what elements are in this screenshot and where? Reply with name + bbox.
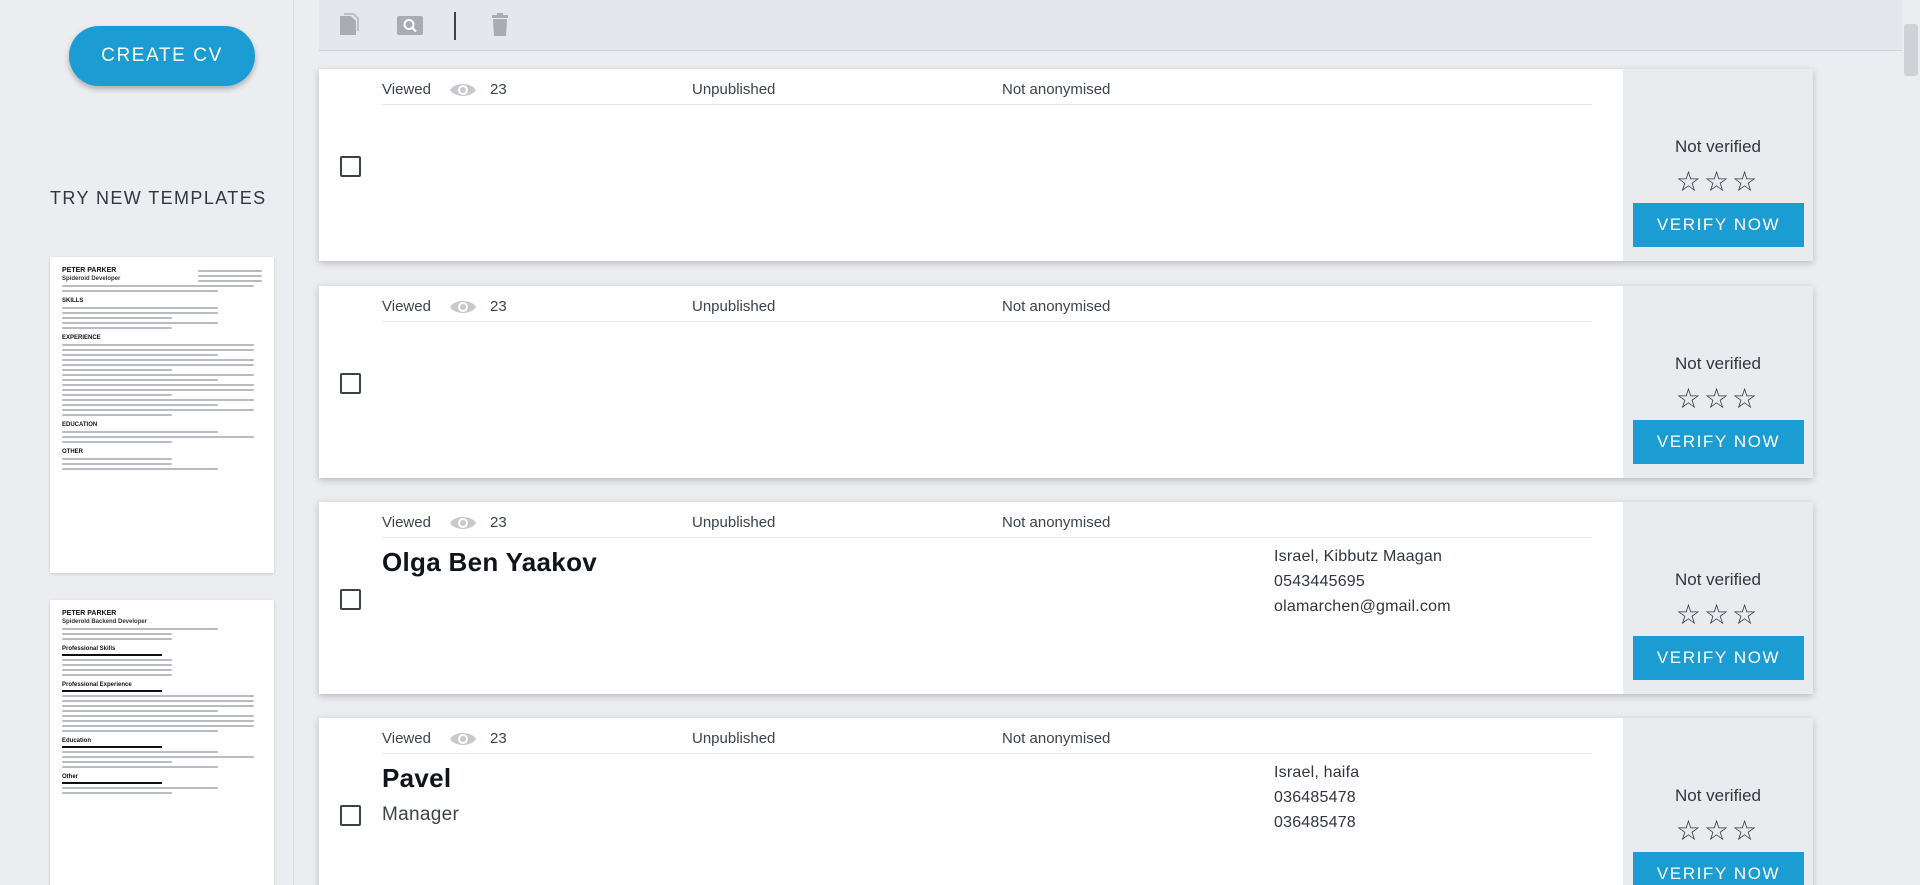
preview-icon[interactable] — [396, 12, 424, 38]
anonymise-status: Not anonymised — [1002, 81, 1111, 98]
verify-status: Not verified — [1675, 137, 1761, 156]
scrollbar-thumb[interactable] — [1904, 24, 1918, 76]
contact-block: Israel, haifa 036485478 036485478 — [1274, 760, 1359, 835]
verify-status: Not verified — [1675, 786, 1761, 805]
contact-phone: 036485478 — [1274, 789, 1356, 806]
view-count: 23 — [490, 298, 507, 315]
verify-now-button[interactable]: VERIFY NOW — [1633, 203, 1804, 247]
publish-status: Unpublished — [692, 730, 776, 747]
toolbar — [319, 0, 1902, 51]
eye-icon — [449, 298, 477, 320]
rating-stars[interactable]: ☆☆☆ — [1623, 165, 1813, 198]
cv-meta-row: Viewed 23 Unpublished Not anonymised — [382, 730, 1592, 754]
publish-status: Unpublished — [692, 81, 776, 98]
cv-meta-row: Viewed 23 Unpublished Not anonymised — [382, 81, 1592, 105]
template-thumbnail-2[interactable]: PETER PARKER Spiderold Backend Developer… — [50, 600, 274, 885]
cv-meta-row: Viewed 23 Unpublished Not anonymised — [382, 514, 1592, 538]
rating-stars[interactable]: ☆☆☆ — [1623, 598, 1813, 631]
copy-icon[interactable] — [337, 12, 363, 38]
verify-status: Not verified — [1675, 570, 1761, 589]
rating-stars[interactable]: ☆☆☆ — [1623, 814, 1813, 847]
template-section-heading: EDUCATION — [62, 422, 98, 428]
view-count: 23 — [490, 730, 507, 747]
eye-icon — [449, 730, 477, 752]
template-section-heading: Other — [62, 774, 79, 780]
publish-status: Unpublished — [692, 514, 776, 531]
verify-now-button[interactable]: VERIFY NOW — [1633, 852, 1804, 885]
sidebar: CREATE CV TRY NEW TEMPLATES PETER PARKER… — [0, 0, 294, 885]
template-thumbnail-1[interactable]: PETER PARKER Spideroid Developer SKILLS … — [50, 257, 274, 573]
viewed-label: Viewed — [382, 298, 431, 315]
contact-phone-2: 036485478 — [1274, 814, 1356, 831]
view-count: 23 — [490, 514, 507, 531]
template-section-heading: Professional Experience — [62, 682, 132, 688]
select-checkbox[interactable] — [340, 589, 361, 610]
template-role: Spiderold Backend Developer — [62, 619, 148, 625]
verify-panel: Not verified ☆☆☆ VERIFY NOW — [1623, 286, 1813, 478]
select-checkbox[interactable] — [340, 805, 361, 826]
contact-email: olamarchen@gmail.com — [1274, 598, 1451, 615]
eye-icon — [449, 514, 477, 536]
template-section-heading: Professional Skills — [62, 646, 116, 652]
viewed-label: Viewed — [382, 514, 431, 531]
delete-icon[interactable] — [487, 12, 513, 38]
viewed-label: Viewed — [382, 81, 431, 98]
anonymise-status: Not anonymised — [1002, 730, 1111, 747]
anonymise-status: Not anonymised — [1002, 514, 1111, 531]
cv-card: Viewed 23 Unpublished Not anonymised Not… — [319, 286, 1813, 478]
verify-status: Not verified — [1675, 354, 1761, 373]
anonymise-status: Not anonymised — [1002, 298, 1111, 315]
template-section-heading: SKILLS — [62, 298, 84, 304]
verify-panel: Not verified ☆☆☆ VERIFY NOW — [1623, 502, 1813, 694]
verify-now-button[interactable]: VERIFY NOW — [1633, 636, 1804, 680]
publish-status: Unpublished — [692, 298, 776, 315]
verify-panel: Not verified ☆☆☆ VERIFY NOW — [1623, 69, 1813, 261]
candidate-title: Manager — [382, 804, 460, 825]
contact-phone: 0543445695 — [1274, 573, 1365, 590]
template-name: PETER PARKER — [62, 610, 117, 617]
view-count: 23 — [490, 81, 507, 98]
viewed-label: Viewed — [382, 730, 431, 747]
contact-location: Israel, Kibbutz Maagan — [1274, 548, 1443, 565]
cv-meta-row: Viewed 23 Unpublished Not anonymised — [382, 298, 1592, 322]
contact-location: Israel, haifa — [1274, 764, 1360, 781]
template-section-heading: OTHER — [62, 449, 83, 455]
rating-stars[interactable]: ☆☆☆ — [1623, 382, 1813, 415]
candidate-name[interactable]: Olga Ben Yaakov — [382, 547, 597, 578]
create-cv-button[interactable]: CREATE CV — [69, 26, 255, 86]
contact-block: Israel, Kibbutz Maagan 0543445695 olamar… — [1274, 544, 1451, 619]
cv-card: Viewed 23 Unpublished Not anonymised Pav… — [319, 718, 1813, 885]
toolbar-divider — [454, 12, 456, 40]
select-checkbox[interactable] — [340, 156, 361, 177]
cv-card: Viewed 23 Unpublished Not anonymised Not… — [319, 69, 1813, 261]
verify-panel: Not verified ☆☆☆ VERIFY NOW — [1623, 718, 1813, 885]
template-section-heading: Education — [62, 738, 92, 744]
try-templates-heading: TRY NEW TEMPLATES — [50, 188, 267, 208]
template-contact-block — [198, 267, 262, 282]
verify-now-button[interactable]: VERIFY NOW — [1633, 420, 1804, 464]
scrollbar-track — [1902, 0, 1920, 885]
eye-icon — [449, 81, 477, 103]
cv-card: Viewed 23 Unpublished Not anonymised Olg… — [319, 502, 1813, 694]
candidate-name[interactable]: Pavel — [382, 763, 451, 794]
select-checkbox[interactable] — [340, 373, 361, 394]
template-section-heading: EXPERIENCE — [62, 335, 101, 341]
